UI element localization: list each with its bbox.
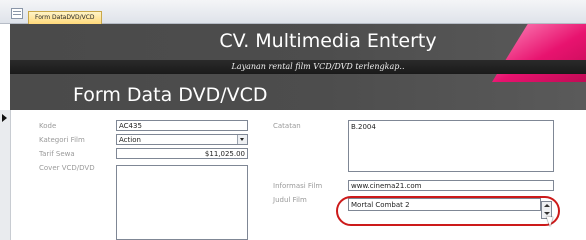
informasi-film-field[interactable]: www.cinema21.com (348, 180, 554, 191)
catatan-field[interactable]: B.2004 (348, 120, 554, 172)
cover-image-frame[interactable] (116, 165, 248, 240)
form-canvas: CV. Multimedia Enterty Layanan rental fi… (0, 24, 586, 240)
catatan-label: Catatan (273, 122, 301, 130)
cover-label: Cover VCD/DVD (39, 164, 95, 172)
kode-field[interactable]: AC435 (116, 120, 248, 131)
highlight-oval (336, 196, 560, 226)
company-tagline: Layanan rental film VCD/DVD terlengkap.. (231, 62, 405, 71)
form-title: Form Data DVD/VCD (73, 84, 268, 106)
record-selector-arrow-icon (2, 114, 7, 122)
form-header: CV. Multimedia Enterty Layanan rental fi… (10, 24, 586, 110)
informasi-film-label: Informasi Film (273, 182, 323, 190)
kode-label: Kode (39, 122, 57, 130)
kategori-film-value: Action (119, 136, 141, 144)
tarif-sewa-field[interactable]: $11,025.00 (116, 148, 248, 159)
judul-film-label: Judul Film (273, 196, 307, 204)
company-title: CV. Multimedia Enterty (219, 30, 437, 52)
kategori-film-dropdown[interactable]: Action (116, 134, 248, 145)
document-tab-bar: Form DataDVD/VCD (0, 0, 586, 24)
form-icon (11, 8, 23, 19)
record-selector[interactable] (0, 110, 11, 240)
chevron-down-icon[interactable] (237, 135, 247, 144)
tab-form-data-dvd-vcd[interactable]: Form DataDVD/VCD (28, 11, 102, 24)
kategori-film-label: Kategori Film (39, 136, 85, 144)
tarif-sewa-label: Tarif Sewa (39, 150, 75, 158)
